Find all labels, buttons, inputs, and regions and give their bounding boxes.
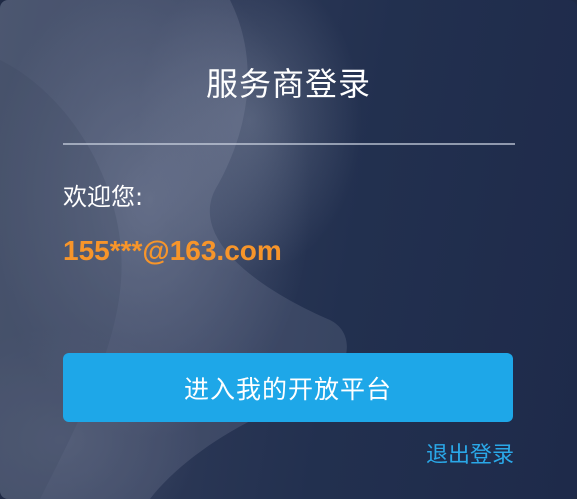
logout-link[interactable]: 退出登录 — [426, 440, 514, 472]
divider — [63, 143, 515, 145]
account-name: 155***@163.com — [63, 235, 282, 266]
enter-open-platform-button[interactable]: 进入我的开放平台 — [63, 353, 513, 422]
login-panel: 服务商登录 欢迎您: 155***@163.com 进入我的开放平台 退出登录 — [0, 0, 577, 499]
welcome-label: 欢迎您: — [63, 183, 144, 211]
page-title: 服务商登录 — [205, 65, 371, 103]
